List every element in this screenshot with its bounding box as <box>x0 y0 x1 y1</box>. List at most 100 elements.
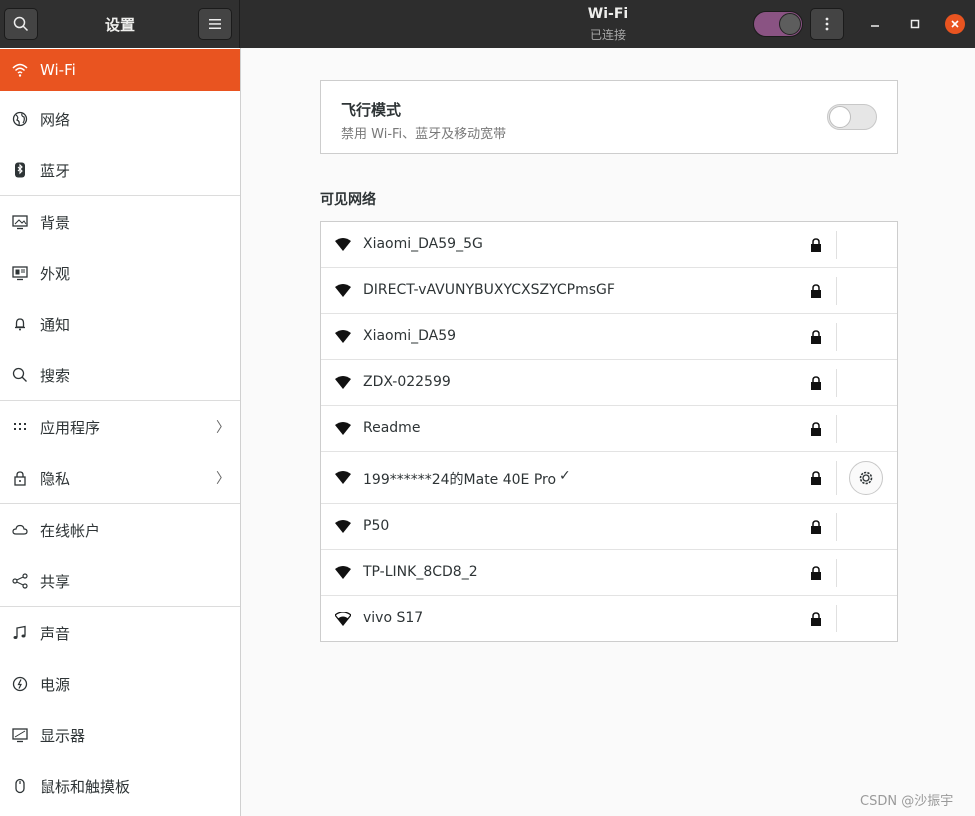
chevron-right-icon: 〉 <box>216 420 230 436</box>
airplane-mode-title: 飞行模式 <box>341 101 402 119</box>
apps-grid-icon <box>0 419 40 435</box>
network-row[interactable]: 199******24的Mate 40E Pro ✓ <box>321 452 897 504</box>
sidebar-header: 设置 <box>0 0 240 48</box>
sidebar-item-bluetooth[interactable]: 蓝牙 <box>0 149 240 191</box>
wifi-signal-icon <box>335 611 351 626</box>
sidebar-item-label: 共享 <box>40 572 71 591</box>
sidebar-divider <box>0 606 240 607</box>
sidebar-item-label: 声音 <box>40 624 71 643</box>
network-name: Xiaomi_DA59 <box>363 328 457 344</box>
sidebar-item-appearance[interactable]: 外观 <box>0 252 240 294</box>
network-settings-button[interactable] <box>849 461 883 495</box>
network-name: TP-LINK_8CD8_2 <box>363 564 478 580</box>
sidebar-item-label: 在线帐户 <box>40 521 101 540</box>
network-row[interactable]: Xiaomi_DA59 <box>321 314 897 360</box>
share-icon <box>0 573 40 589</box>
network-name: Readme <box>363 420 421 436</box>
gear-icon <box>859 471 873 485</box>
network-row[interactable]: P50 <box>321 504 897 550</box>
sidebar: Wi-Fi 网络 蓝牙 背景 外观 通知 搜索 应用程序 〉 隐私 〉 在线帐户 <box>0 48 241 816</box>
watermark: CSDN @沙振宇 <box>860 794 954 809</box>
sidebar-item-label: 鼠标和触摸板 <box>40 777 131 796</box>
lock-icon <box>811 566 821 580</box>
maximize-button[interactable] <box>905 14 925 34</box>
airplane-mode-switch[interactable] <box>827 104 877 130</box>
row-divider <box>836 323 837 351</box>
row-divider <box>836 231 837 259</box>
monitor-background-icon <box>0 214 40 230</box>
row-divider <box>836 415 837 443</box>
appearance-icon <box>0 265 40 281</box>
sidebar-item-notifications[interactable]: 通知 <box>0 303 240 345</box>
sidebar-item-label: 显示器 <box>40 726 86 745</box>
row-divider <box>836 277 837 305</box>
main-content: 飞行模式 禁用 Wi-Fi、蓝牙及移动宽带 可见网络 Xiaomi_DA59_5… <box>241 48 975 816</box>
network-row[interactable]: DIRECT-vAVUNYBUXYCXSZYCPmsGF <box>321 268 897 314</box>
toggle-knob <box>779 13 801 35</box>
header-bar: 设置 Wi-Fi 已连接 <box>0 0 975 48</box>
hamburger-icon <box>209 19 221 29</box>
power-icon <box>0 676 40 692</box>
wifi-signal-icon <box>335 284 351 297</box>
sidebar-item-label: 外观 <box>40 264 71 283</box>
wifi-signal-icon <box>335 422 351 435</box>
network-name: DIRECT-vAVUNYBUXYCXSZYCPmsGF <box>363 282 615 298</box>
sidebar-item-network[interactable]: 网络 <box>0 98 240 140</box>
visible-networks-title: 可见网络 <box>320 192 376 208</box>
sidebar-item-search[interactable]: 搜索 <box>0 354 240 396</box>
airplane-mode-panel: 飞行模式 禁用 Wi-Fi、蓝牙及移动宽带 <box>320 80 898 154</box>
network-row[interactable]: Readme <box>321 406 897 452</box>
sidebar-item-applications[interactable]: 应用程序 〉 <box>0 406 240 448</box>
network-name: 199******24的Mate 40E Pro <box>363 472 557 488</box>
close-button[interactable] <box>945 14 965 34</box>
menu-button[interactable] <box>198 8 232 40</box>
lock-icon <box>811 422 821 436</box>
sidebar-item-background[interactable]: 背景 <box>0 201 240 243</box>
lock-icon <box>811 284 821 298</box>
globe-icon <box>0 111 40 127</box>
sidebar-item-mouse-touchpad[interactable]: 鼠标和触摸板 <box>0 765 240 807</box>
lock-icon <box>811 471 821 485</box>
network-row[interactable]: Xiaomi_DA59_5G <box>321 222 897 268</box>
network-name: ZDX-022599 <box>363 374 451 390</box>
network-row[interactable]: ZDX-022599 <box>321 360 897 406</box>
lock-icon <box>811 330 821 344</box>
more-options-button[interactable] <box>810 8 844 40</box>
sidebar-item-label: Wi-Fi <box>40 61 76 79</box>
wifi-signal-icon <box>335 330 351 343</box>
sidebar-item-sound[interactable]: 声音 <box>0 612 240 654</box>
sidebar-item-power[interactable]: 电源 <box>0 663 240 705</box>
switch-knob <box>829 106 851 128</box>
lock-icon <box>811 611 821 626</box>
lock-icon <box>811 238 821 252</box>
lock-icon <box>811 376 821 390</box>
sidebar-item-label: 网络 <box>40 110 71 129</box>
close-icon <box>951 20 959 28</box>
display-icon <box>0 727 40 743</box>
network-name: Xiaomi_DA59_5G <box>363 236 483 252</box>
lock-icon <box>811 520 821 534</box>
sidebar-item-privacy[interactable]: 隐私 〉 <box>0 457 240 499</box>
sidebar-item-wifi[interactable]: Wi-Fi <box>0 49 240 91</box>
wifi-toggle[interactable] <box>753 11 803 37</box>
row-divider <box>836 605 837 632</box>
row-divider <box>836 369 837 397</box>
airplane-mode-subtitle: 禁用 Wi-Fi、蓝牙及移动宽带 <box>341 127 507 142</box>
sidebar-item-sharing[interactable]: 共享 <box>0 560 240 602</box>
wifi-icon <box>0 62 40 78</box>
minimize-button[interactable] <box>865 14 885 34</box>
chevron-right-icon: 〉 <box>216 471 230 487</box>
sidebar-item-label: 应用程序 <box>40 418 101 437</box>
sidebar-item-label: 通知 <box>40 315 71 334</box>
network-row[interactable]: TP-LINK_8CD8_2 <box>321 550 897 596</box>
sidebar-item-displays[interactable]: 显示器 <box>0 714 240 756</box>
sidebar-item-label: 电源 <box>40 675 71 694</box>
network-row[interactable]: vivo S17 <box>321 596 897 641</box>
maximize-icon <box>910 19 920 29</box>
wifi-signal-icon <box>335 566 351 579</box>
vertical-dots-icon <box>825 17 829 31</box>
connected-check-icon: ✓ <box>559 468 571 484</box>
sidebar-divider <box>0 400 240 401</box>
cloud-icon <box>0 522 40 538</box>
sidebar-item-online-accounts[interactable]: 在线帐户 <box>0 509 240 551</box>
